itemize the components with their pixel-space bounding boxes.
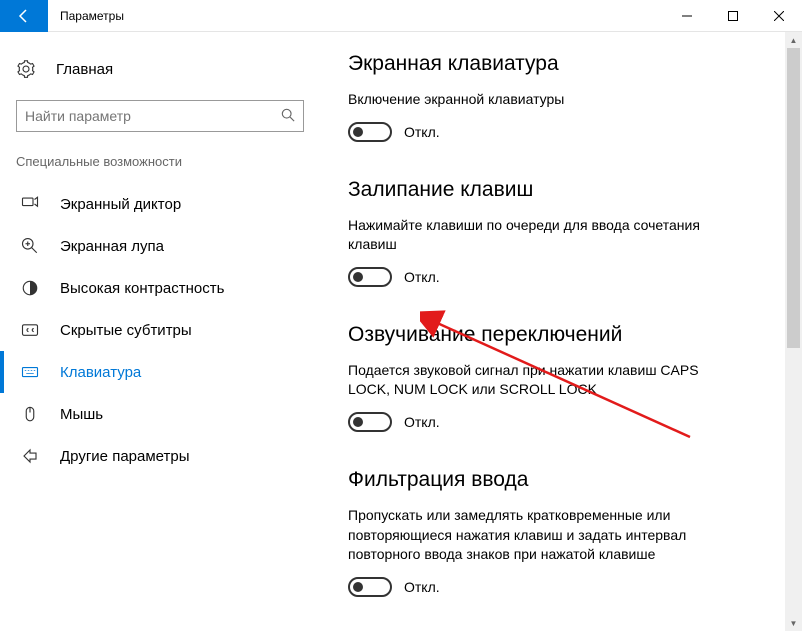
sidebar-item-other[interactable]: Другие параметры (0, 435, 320, 477)
sidebar-section-label: Специальные возможности (0, 150, 320, 183)
content-area: Экранная клавиатура Включение экранной к… (320, 32, 802, 631)
toggle-filter-keys[interactable]: Откл. (348, 577, 782, 597)
toggle-label: Откл. (404, 579, 440, 595)
section-desc: Пропускать или замедлять кратковременные… (348, 506, 728, 565)
sidebar: Главная Специальные возможности Экранный… (0, 32, 320, 631)
toggle-track[interactable] (348, 577, 392, 597)
setting-sticky-keys: Залипание клавиш Нажимайте клавиши по оч… (348, 178, 782, 287)
vertical-scrollbar[interactable]: ▲ ▼ (785, 32, 802, 631)
toggle-label: Откл. (404, 414, 440, 430)
sidebar-item-keyboard[interactable]: Клавиатура (0, 351, 320, 393)
keyboard-icon (20, 363, 40, 381)
magnifier-icon (20, 237, 40, 255)
sidebar-item-label: Экранный диктор (60, 196, 181, 213)
other-icon (20, 447, 40, 465)
window-controls (664, 0, 802, 32)
scrollbar-thumb[interactable] (787, 48, 800, 348)
sidebar-item-narrator[interactable]: Экранный диктор (0, 183, 320, 225)
sidebar-item-label: Экранная лупа (60, 238, 164, 255)
toggle-track[interactable] (348, 267, 392, 287)
sidebar-item-label: Клавиатура (60, 364, 141, 381)
setting-filter-keys: Фильтрация ввода Пропускать или замедлят… (348, 468, 782, 597)
toggle-thumb (353, 272, 363, 282)
arrow-left-icon (16, 8, 32, 24)
toggle-sticky-keys[interactable]: Откл. (348, 267, 782, 287)
section-desc: Включение экранной клавиатуры (348, 90, 728, 110)
toggle-thumb (353, 127, 363, 137)
section-heading: Залипание клавиш (348, 178, 782, 202)
window-title: Параметры (60, 9, 124, 23)
gear-icon (16, 60, 36, 78)
maximize-icon (728, 11, 738, 21)
sidebar-item-contrast[interactable]: Высокая контрастность (0, 267, 320, 309)
sidebar-item-label: Скрытые субтитры (60, 322, 192, 339)
narrator-icon (20, 195, 40, 213)
scroll-down-arrow[interactable]: ▼ (785, 615, 802, 631)
sidebar-item-captions[interactable]: Скрытые субтитры (0, 309, 320, 351)
toggle-thumb (353, 582, 363, 592)
close-button[interactable] (756, 0, 802, 32)
close-icon (774, 11, 784, 21)
toggle-track[interactable] (348, 412, 392, 432)
toggle-toggle-keys[interactable]: Откл. (348, 412, 782, 432)
section-heading: Фильтрация ввода (348, 468, 782, 492)
captions-icon (20, 321, 40, 339)
sidebar-item-magnifier[interactable]: Экранная лупа (0, 225, 320, 267)
titlebar: Параметры (0, 0, 802, 32)
mouse-icon (20, 405, 40, 423)
contrast-icon (20, 279, 40, 297)
search-box[interactable] (16, 100, 304, 132)
toggle-onscreen-keyboard[interactable]: Откл. (348, 122, 782, 142)
maximize-button[interactable] (710, 0, 756, 32)
section-heading: Озвучивание переключений (348, 323, 782, 347)
sidebar-item-label: Высокая контрастность (60, 280, 224, 297)
section-heading: Экранная клавиатура (348, 52, 782, 76)
section-desc: Подается звуковой сигнал при нажатии кла… (348, 361, 728, 400)
sidebar-item-label: Мышь (60, 406, 103, 423)
toggle-track[interactable] (348, 122, 392, 142)
search-icon (281, 108, 295, 125)
back-button[interactable] (0, 0, 48, 32)
section-desc: Нажимайте клавиши по очереди для ввода с… (348, 216, 728, 255)
toggle-label: Откл. (404, 124, 440, 140)
setting-onscreen-keyboard: Экранная клавиатура Включение экранной к… (348, 52, 782, 142)
toggle-thumb (353, 417, 363, 427)
minimize-button[interactable] (664, 0, 710, 32)
home-link[interactable]: Главная (0, 52, 320, 86)
minimize-icon (682, 11, 692, 21)
setting-toggle-keys: Озвучивание переключений Подается звуков… (348, 323, 782, 432)
toggle-label: Откл. (404, 269, 440, 285)
sidebar-item-mouse[interactable]: Мышь (0, 393, 320, 435)
home-label: Главная (56, 61, 113, 78)
search-input[interactable] (25, 108, 281, 124)
sidebar-item-label: Другие параметры (60, 448, 190, 465)
scroll-up-arrow[interactable]: ▲ (785, 32, 802, 48)
